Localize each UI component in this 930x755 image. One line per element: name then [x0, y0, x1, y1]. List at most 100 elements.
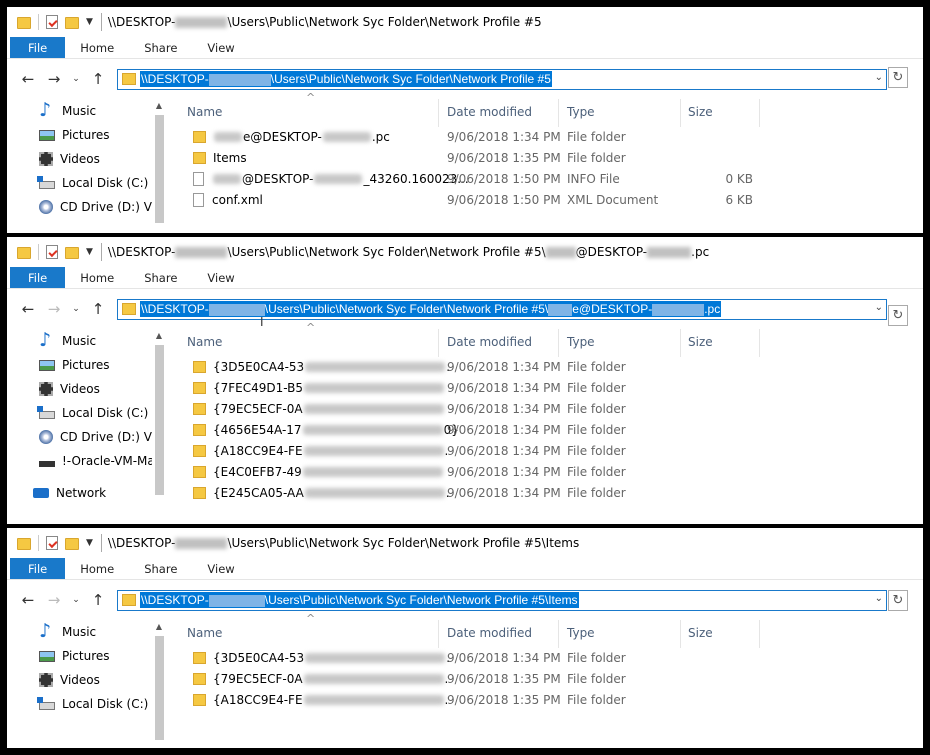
tab-home[interactable]: Home	[65, 267, 129, 288]
column-size[interactable]: Size	[688, 105, 713, 119]
recent-locations-chevron-icon[interactable]: ⌄	[69, 68, 83, 90]
sidebar-item-pictures[interactable]: Pictures	[7, 353, 167, 377]
tab-file[interactable]: File	[10, 558, 66, 579]
chevron-down-icon[interactable]: ⌄	[875, 593, 883, 604]
list-item[interactable]: {E245CA05-AA. 9/06/2018 1:34 PM File folde…	[185, 483, 923, 504]
column-type[interactable]: Type	[567, 105, 595, 119]
list-item[interactable]: {4656E54A-17 0} 9/06/2018 1:34 PM File fold…	[185, 420, 923, 441]
scroll-thumb[interactable]	[155, 636, 164, 740]
sidebar-item-local-disk[interactable]: Local Disk (C:)	[7, 171, 167, 195]
column-divider[interactable]	[680, 99, 681, 127]
column-divider[interactable]	[680, 620, 681, 648]
sidebar-item-music[interactable]: Music	[7, 620, 167, 644]
address-text[interactable]: \\DESKTOP- \Users\Public\Network Syc Fold…	[140, 301, 722, 317]
list-item[interactable]: {3D5E0CA4-53. 9/06/2018 1:34 PM File folde…	[185, 357, 923, 378]
column-date-modified[interactable]: Date modified	[447, 626, 532, 640]
column-divider[interactable]	[438, 620, 439, 648]
chevron-down-icon[interactable]: ⌄	[875, 302, 883, 313]
column-size[interactable]: Size	[688, 335, 713, 349]
column-divider[interactable]	[438, 99, 439, 127]
column-name[interactable]: Name	[187, 626, 222, 640]
sidebar-item-cd-drive[interactable]: CD Drive (D:) Vir	[7, 195, 167, 219]
sidebar-item-local-disk[interactable]: Local Disk (C:)	[7, 401, 167, 425]
sidebar-item-local-disk[interactable]: Local Disk (C:)	[7, 692, 167, 716]
column-name[interactable]: Name	[187, 335, 222, 349]
scroll-thumb[interactable]	[155, 345, 164, 495]
column-divider[interactable]	[558, 329, 559, 357]
address-bar[interactable]: \\DESKTOP- \Users\Public\Network Syc Fold…	[117, 298, 887, 320]
sidebar-item-videos[interactable]: Videos	[7, 668, 167, 692]
list-item[interactable]: {A18CC9E4-FE. 9/06/2018 1:34 PM File folde…	[185, 441, 923, 462]
address-bar[interactable]: \\DESKTOP- \Users\Public\Network Syc Fold…	[117, 68, 887, 90]
up-arrow-icon[interactable]: ↑	[87, 68, 109, 90]
customize-toolbar-icon[interactable]: ▼	[86, 247, 93, 257]
properties-icon[interactable]	[46, 15, 58, 29]
back-arrow-icon[interactable]: ←	[17, 68, 39, 90]
up-arrow-icon[interactable]: ↑	[87, 589, 109, 611]
tab-home[interactable]: Home	[65, 558, 129, 579]
column-type[interactable]: Type	[567, 335, 595, 349]
recent-locations-chevron-icon[interactable]: ⌄	[69, 298, 83, 320]
tab-view[interactable]: View	[192, 558, 249, 579]
column-date-modified[interactable]: Date modified	[447, 105, 532, 119]
column-date-modified[interactable]: Date modified	[447, 335, 532, 349]
column-divider[interactable]	[558, 620, 559, 648]
sidebar-item-network[interactable]: Network	[7, 481, 167, 505]
customize-toolbar-icon[interactable]: ▼	[86, 538, 93, 548]
back-arrow-icon[interactable]: ←	[17, 298, 39, 320]
column-divider[interactable]	[759, 99, 760, 127]
back-arrow-icon[interactable]: ←	[17, 589, 39, 611]
address-text[interactable]: \\DESKTOP- \Users\Public\Network Syc Fold…	[140, 71, 552, 87]
recent-locations-chevron-icon[interactable]: ⌄	[69, 589, 83, 611]
address-bar[interactable]: \\DESKTOP- \Users\Public\Network Syc Fold…	[117, 589, 887, 611]
sidebar-item-music[interactable]: Music	[7, 99, 167, 123]
column-divider[interactable]	[680, 329, 681, 357]
tab-home[interactable]: Home	[65, 37, 129, 58]
chevron-down-icon[interactable]: ⌄	[875, 72, 883, 83]
new-folder-icon[interactable]	[65, 247, 79, 259]
sidebar-item-network-drive[interactable]: !-Oracle-VM-Ma	[7, 449, 167, 473]
properties-icon[interactable]	[46, 245, 58, 259]
new-folder-icon[interactable]	[65, 538, 79, 550]
column-size[interactable]: Size	[688, 626, 713, 640]
refresh-icon[interactable]: ↻	[888, 67, 908, 88]
sidebar-item-videos[interactable]: Videos	[7, 147, 167, 171]
properties-icon[interactable]	[46, 536, 58, 550]
scroll-up-icon[interactable]: ▲	[152, 99, 166, 113]
refresh-icon[interactable]: ↻	[888, 305, 908, 326]
list-item[interactable]: Items 9/06/2018 1:35 PM File folder	[185, 148, 923, 169]
list-item[interactable]: {E4C0EFB7-49 9/06/2018 1:34 PM File folder	[185, 462, 923, 483]
tab-view[interactable]: View	[192, 37, 249, 58]
sidebar-item-cd-drive[interactable]: CD Drive (D:) Vir	[7, 425, 167, 449]
list-item[interactable]: conf.xml 9/06/2018 1:50 PM XML Document …	[185, 190, 923, 211]
sidebar-item-music[interactable]: Music	[7, 329, 167, 353]
column-divider[interactable]	[558, 99, 559, 127]
column-name[interactable]: Name	[187, 105, 222, 119]
column-type[interactable]: Type	[567, 626, 595, 640]
tab-view[interactable]: View	[192, 267, 249, 288]
sidebar-scrollbar[interactable]: ▲	[152, 620, 166, 748]
scroll-thumb[interactable]	[155, 115, 164, 223]
sidebar-item-videos[interactable]: Videos	[7, 377, 167, 401]
list-item[interactable]: {3D5E0CA4-53. 9/06/2018 1:34 PM File folde…	[185, 648, 923, 669]
column-divider[interactable]	[759, 329, 760, 357]
list-item[interactable]: {7FEC49D1-B5 9/06/2018 1:34 PM File folder	[185, 378, 923, 399]
sidebar-item-pictures[interactable]: Pictures	[7, 644, 167, 668]
list-item[interactable]: e@DESKTOP- .pc 9/06/2018 1:34 PM File fol…	[185, 127, 923, 148]
column-divider[interactable]	[438, 329, 439, 357]
tab-share[interactable]: Share	[129, 37, 192, 58]
refresh-icon[interactable]: ↻	[888, 590, 908, 611]
forward-arrow-icon[interactable]: →	[43, 68, 65, 90]
new-folder-icon[interactable]	[65, 17, 79, 29]
up-arrow-icon[interactable]: ↑	[87, 298, 109, 320]
scroll-up-icon[interactable]: ▲	[152, 620, 166, 634]
tab-file[interactable]: File	[10, 37, 66, 58]
list-item[interactable]: {79EC5ECF-0A. 9/06/2018 1:35 PM File folde…	[185, 669, 923, 690]
tab-file[interactable]: File	[10, 267, 66, 288]
scroll-up-icon[interactable]: ▲	[152, 329, 166, 343]
list-item[interactable]: {A18CC9E4-FE. 9/06/2018 1:35 PM File folde…	[185, 690, 923, 711]
sidebar-scrollbar[interactable]: ▲	[152, 99, 166, 233]
list-item[interactable]: @DESKTOP- _43260.160023... 9/06/2018 1:50…	[185, 169, 923, 190]
list-item[interactable]: {79EC5ECF-0A 9/06/2018 1:34 PM File folder	[185, 399, 923, 420]
column-divider[interactable]	[759, 620, 760, 648]
